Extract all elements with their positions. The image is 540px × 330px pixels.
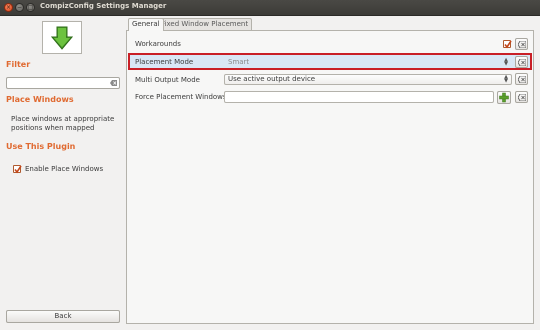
plugin-heading: Place Windows	[6, 95, 74, 104]
workarounds-checkbox[interactable]	[503, 40, 512, 49]
reset-icon	[518, 76, 526, 83]
enable-plugin-label: Enable Place Windows	[25, 165, 104, 173]
reset-icon	[518, 94, 526, 101]
back-button[interactable]: Back	[6, 310, 120, 323]
placement-mode-label: Placement Mode	[135, 58, 194, 66]
multi-output-mode-label: Multi Output Mode	[135, 76, 200, 84]
filter-heading: Filter	[6, 60, 31, 69]
minimize-button[interactable]: −	[15, 3, 24, 12]
tab-fixed-window-placement[interactable]: Fixed Window Placement	[157, 18, 253, 30]
chevron-updown-icon: ▲ ▼	[504, 74, 508, 84]
placement-mode-value: Smart	[228, 58, 250, 66]
tab-general[interactable]: General	[128, 18, 164, 31]
plugin-description: Place windows at appropriate positions w…	[11, 115, 115, 132]
force-placement-label: Force Placement Windows	[135, 93, 227, 101]
close-button[interactable]: ×	[4, 3, 13, 12]
placement-mode-select[interactable]: Smart ▲ ▼	[224, 57, 512, 68]
force-placement-add-button[interactable]	[497, 91, 511, 104]
use-plugin-heading: Use This Plugin	[6, 142, 76, 151]
clear-icon[interactable]	[110, 80, 117, 86]
force-placement-input[interactable]	[224, 91, 494, 103]
reset-icon	[518, 41, 526, 48]
checkmark-icon	[504, 40, 512, 49]
chevron-updown-icon: ▲ ▼	[504, 57, 508, 67]
reset-icon	[518, 59, 526, 66]
filter-input[interactable]	[6, 77, 120, 89]
workarounds-reset-button[interactable]	[515, 38, 528, 50]
maximize-button[interactable]: □	[26, 3, 35, 12]
enable-plugin-checkbox[interactable]	[13, 165, 22, 174]
multi-output-mode-value: Use active output device	[228, 75, 316, 83]
multi-output-mode-select[interactable]: Use active output device ▲ ▼	[224, 74, 512, 85]
window-title: CompizConfig Settings Manager	[40, 2, 167, 10]
title-bar: × − □ CompizConfig Settings Manager	[0, 0, 540, 16]
add-icon	[499, 92, 509, 103]
placement-mode-reset-button[interactable]	[515, 56, 528, 68]
checkmark-icon	[14, 165, 22, 174]
back-arrow-icon-button[interactable]	[42, 21, 82, 54]
workarounds-label: Workarounds	[135, 40, 181, 48]
back-arrow-icon	[51, 26, 73, 50]
force-placement-reset-button[interactable]	[515, 91, 528, 103]
multi-output-mode-reset-button[interactable]	[515, 73, 528, 85]
maximize-icon: □	[27, 4, 34, 11]
minimize-icon: −	[16, 4, 23, 11]
close-icon: ×	[5, 4, 12, 11]
